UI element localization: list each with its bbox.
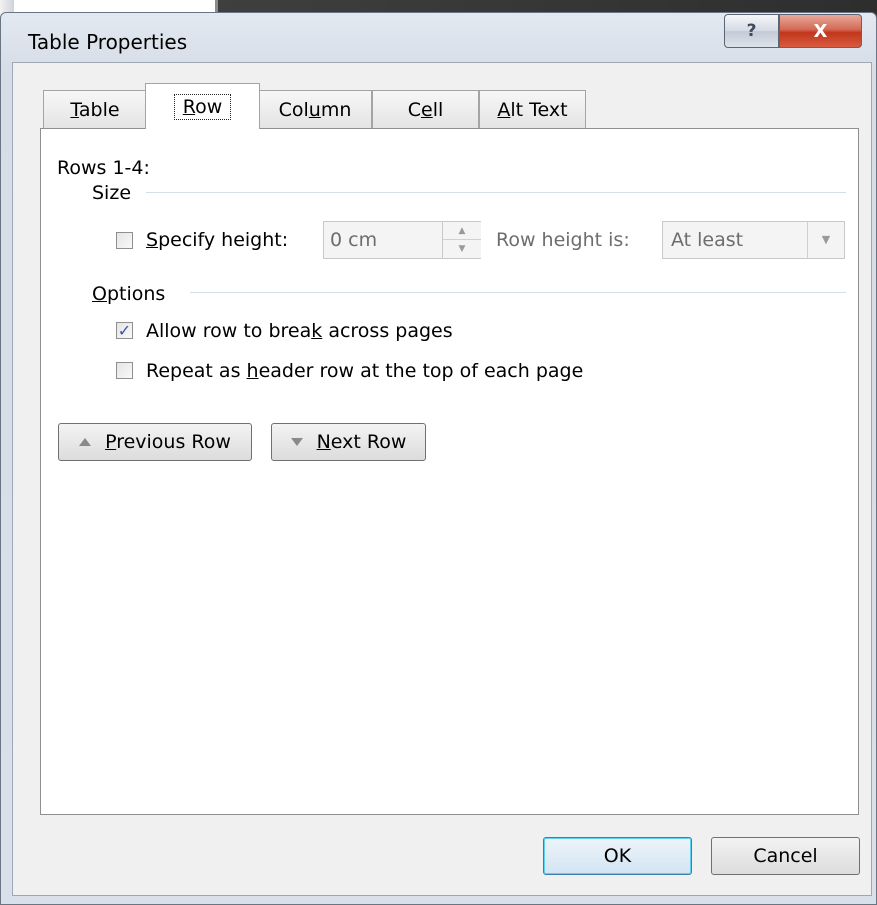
tab-column-pre: Col: [278, 98, 309, 121]
height-spinner[interactable]: ▲ ▼: [442, 222, 481, 258]
options-text: ptions: [106, 283, 166, 305]
specify-height-label[interactable]: Specify height:: [146, 229, 288, 251]
tab-alt-text-mnemonic: A: [497, 98, 511, 121]
row-height-is-label: Row height is:: [496, 229, 630, 251]
tab-column[interactable]: Column: [258, 90, 372, 128]
close-button[interactable]: X: [779, 14, 862, 48]
specify-height-text: pecify height:: [158, 229, 289, 251]
tab-cell-mnemonic: e: [421, 98, 433, 121]
repeat-header-label[interactable]: Repeat as header row at the top of each …: [146, 360, 583, 382]
previous-row-mnemonic: P: [105, 431, 117, 453]
next-row-mnemonic: N: [316, 431, 331, 453]
cancel-button[interactable]: Cancel: [711, 837, 860, 875]
height-value: 0 cm: [330, 229, 378, 251]
previous-row-button[interactable]: Previous Row: [58, 423, 252, 461]
tab-row-post: ow: [195, 95, 223, 118]
tab-column-mnemonic: u: [308, 98, 321, 121]
specify-height-checkbox[interactable]: [116, 232, 133, 249]
next-row-button[interactable]: Next Row: [271, 423, 426, 461]
tab-alt-text-post: lt Text: [510, 98, 568, 121]
chevron-down-icon[interactable]: ▼: [807, 222, 844, 258]
repeat-header-checkbox[interactable]: [116, 362, 133, 379]
next-row-label: ext Row: [330, 431, 407, 453]
tab-row-mnemonic: R: [182, 95, 196, 118]
allow-break-mnemonic: k: [311, 320, 323, 342]
tab-row[interactable]: Row: [145, 83, 260, 129]
rows-range-label: Rows 1-4:: [57, 157, 150, 179]
options-mnemonic: O: [92, 283, 107, 305]
ok-button[interactable]: OK: [543, 837, 692, 875]
dialog-title: Table Properties: [28, 30, 188, 54]
specify-height-mnemonic: S: [146, 229, 159, 251]
allow-break-pre: Allow row to brea: [146, 320, 312, 342]
tab-table-mnemonic: T: [70, 98, 79, 121]
previous-row-label: revious Row: [116, 431, 231, 453]
tab-column-post: mn: [320, 98, 352, 121]
height-spinbox[interactable]: 0 cm ▲ ▼: [323, 221, 481, 259]
check-icon: ✓: [117, 320, 132, 340]
size-section-label: Size: [92, 182, 132, 204]
help-button[interactable]: ?: [724, 14, 779, 48]
tab-cell[interactable]: Cell: [372, 90, 479, 128]
row-height-mode-select[interactable]: At least ▼: [662, 221, 845, 259]
allow-break-checkbox[interactable]: ✓: [116, 322, 133, 339]
tab-alt-text[interactable]: Alt Text: [479, 90, 586, 128]
repeat-header-mnemonic: h: [246, 360, 259, 382]
tab-cell-pre: C: [407, 98, 421, 121]
triangle-up-icon: [79, 438, 92, 446]
options-section-divider: [190, 292, 846, 293]
row-height-mode-value: At least: [671, 229, 744, 251]
allow-break-label[interactable]: Allow row to break across pages: [146, 320, 453, 342]
repeat-header-pre: Repeat as: [146, 360, 247, 382]
tab-table-post: able: [78, 98, 120, 121]
tab-cell-post: ll: [432, 98, 444, 121]
repeat-header-post: eader row at the top of each page: [258, 360, 584, 382]
spin-down-icon[interactable]: ▼: [443, 240, 481, 258]
tab-table[interactable]: Table: [43, 90, 147, 128]
allow-break-post: across pages: [322, 320, 453, 342]
help-icon: ?: [746, 21, 757, 41]
triangle-down-icon: [290, 438, 303, 446]
size-section-divider: [146, 192, 846, 193]
options-section-label: Options: [92, 283, 165, 305]
close-icon: X: [813, 20, 828, 42]
spin-up-icon[interactable]: ▲: [443, 222, 481, 240]
